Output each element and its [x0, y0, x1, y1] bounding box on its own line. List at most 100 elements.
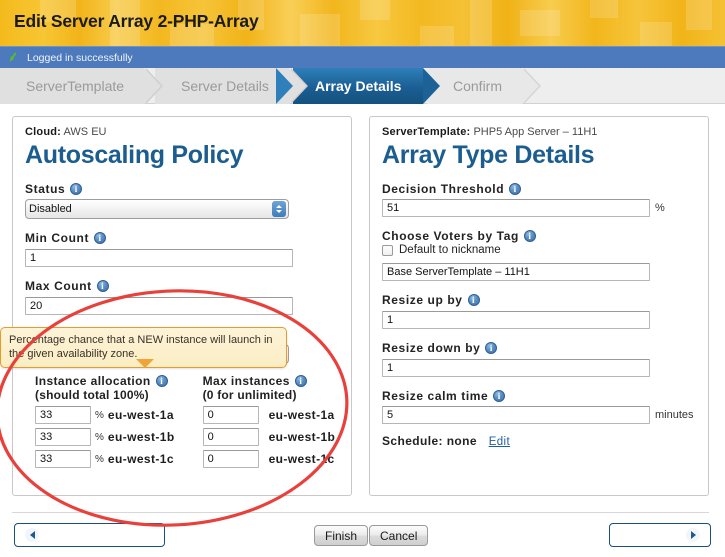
decision-threshold-input[interactable] — [382, 199, 650, 217]
servertemplate-value: PHP5 App Server – 11H1 — [473, 126, 598, 138]
min-count-label-row: Min Count i — [25, 231, 351, 245]
wizard-step-label: Confirm — [453, 78, 503, 94]
max-instances-subheading: (0 for unlimited) — [202, 388, 297, 402]
zone-max-row: eu-west-1a — [202, 406, 336, 424]
cancel-button[interactable]: Cancel — [369, 525, 429, 546]
wizard-step-server-details[interactable]: Server Details — [155, 68, 308, 104]
wizard-step-label: ServerTemplate — [26, 78, 125, 94]
resize-down-field: Resize down by i — [382, 341, 708, 377]
voters-tag-input[interactable] — [382, 263, 650, 281]
resize-up-label-row: Resize up by i — [382, 293, 708, 307]
info-icon[interactable]: i — [70, 183, 83, 195]
default-to-nickname-label: Default to nickname — [399, 244, 501, 256]
array-type-details-heading: Array Type Details — [382, 141, 595, 169]
percent-sign: % — [95, 453, 104, 465]
decision-threshold-field: Decision Threshold i % — [382, 182, 708, 217]
confirm-button[interactable]: CONFIRM — [609, 523, 711, 547]
max-count-input[interactable] — [25, 297, 293, 315]
server-details-back-button[interactable]: SERVER DETAILS — [14, 523, 166, 547]
max-count-label-row: Max Count i — [25, 279, 351, 293]
schedule-label: Schedule: — [382, 434, 443, 448]
resize-down-label: Resize down by — [382, 341, 481, 355]
zone-name-label: eu-west-1c — [268, 452, 335, 466]
percent-sign: % — [95, 431, 104, 443]
cloud-line: Cloud: AWS EU — [25, 126, 351, 138]
status-label: Status — [25, 182, 66, 196]
server-details-back-label: SERVER DETAILS — [46, 529, 155, 541]
info-tooltip-text: Percentage chance that a NEW instance wi… — [9, 334, 273, 360]
info-tooltip-arrow-icon — [136, 359, 154, 368]
choose-voters-label: Choose Voters by Tag — [382, 229, 519, 243]
footer-divider — [12, 512, 709, 513]
resize-calm-input[interactable] — [382, 406, 650, 424]
resize-up-input[interactable] — [382, 311, 650, 329]
autoscaling-policy-heading: Autoscaling Policy — [25, 141, 244, 169]
confirm-label: CONFIRM — [620, 529, 679, 541]
instance-allocation-heading: Instance allocation — [35, 374, 151, 388]
resize-down-input[interactable] — [382, 359, 650, 377]
resize-up-field: Resize up by i — [382, 293, 708, 329]
page-title: Edit Server Array 2-PHP-Array — [14, 11, 259, 31]
arrow-left-icon — [25, 528, 39, 542]
info-icon[interactable]: i — [155, 375, 168, 387]
max-instances-heading-row: Max instances i — [203, 374, 336, 388]
servertemplate-line: ServerTemplate: PHP5 App Server – 11H1 — [382, 126, 708, 138]
status-field: Status i Disabled — [25, 182, 351, 219]
min-count-input[interactable] — [25, 249, 293, 267]
zone-allocation-block: Instance allocation i (should total 100%… — [35, 374, 351, 468]
autoscaling-policy-panel: Cloud: AWS EU Autoscaling Policy Status … — [12, 116, 352, 496]
wizard-step-array-details[interactable]: Array Details — [276, 68, 441, 104]
zone-name-label: eu-west-1b — [268, 430, 336, 444]
resize-calm-time-field: Resize calm time i minutes — [382, 389, 708, 424]
arrow-right-icon — [686, 528, 700, 542]
servertemplate-label: ServerTemplate: — [382, 126, 471, 138]
percent-sign: % — [95, 409, 104, 421]
status-label-row: Status i — [25, 182, 351, 196]
zone-max-input[interactable] — [202, 428, 259, 446]
wizard-step-label: Array Details — [315, 78, 402, 94]
status-select[interactable]: Disabled — [25, 199, 289, 219]
wizard-breadcrumb: ServerTemplate Server Details Array Deta… — [0, 68, 725, 104]
flash-message-bar: Logged in successfully — [0, 46, 725, 68]
decision-threshold-input-row: % — [382, 199, 708, 217]
minutes-unit-label: minutes — [655, 409, 694, 421]
choose-voters-label-row: Choose Voters by Tag i — [382, 229, 708, 243]
info-icon[interactable]: i — [493, 390, 506, 402]
info-icon[interactable]: i — [467, 294, 480, 306]
info-icon[interactable]: i — [96, 280, 109, 292]
zone-allocation-input[interactable] — [35, 406, 91, 424]
array-type-details-panel: ServerTemplate: PHP5 App Server – 11H1 A… — [369, 116, 709, 496]
cloud-label: Cloud: — [25, 126, 62, 138]
info-icon[interactable]: i — [509, 183, 522, 195]
zone-max-input[interactable] — [202, 406, 259, 424]
resize-calm-label: Resize calm time — [382, 389, 489, 403]
zone-max-row: eu-west-1c — [202, 450, 336, 468]
max-count-label: Max Count — [25, 279, 92, 293]
resize-calm-input-row: minutes — [382, 406, 708, 424]
wizard-step-servertemplate[interactable]: ServerTemplate — [0, 68, 164, 104]
zone-allocation-input[interactable] — [35, 450, 91, 468]
instance-allocation-heading-row: Instance allocation i — [35, 374, 175, 388]
finish-button[interactable]: Finish — [314, 525, 369, 546]
decision-threshold-label-row: Decision Threshold i — [382, 182, 708, 196]
zone-allocation-row: % eu-west-1a — [35, 406, 175, 424]
cloud-value: AWS EU — [63, 126, 107, 138]
zone-allocation-row: % eu-west-1b — [35, 428, 175, 446]
wizard-step-confirm[interactable]: Confirm — [427, 68, 542, 104]
default-to-nickname-checkbox[interactable] — [382, 244, 393, 256]
info-icon[interactable]: i — [485, 342, 498, 354]
schedule-edit-link[interactable]: Edit — [489, 436, 510, 448]
info-icon[interactable]: i — [523, 230, 536, 242]
zone-allocation-row: % eu-west-1c — [35, 450, 175, 468]
info-icon[interactable]: i — [294, 375, 307, 387]
zone-allocation-input[interactable] — [35, 428, 91, 446]
default-to-nickname-row[interactable]: Default to nickname — [382, 244, 708, 256]
zone-name-label: eu-west-1a — [268, 408, 335, 422]
info-icon[interactable]: i — [94, 232, 107, 244]
zone-name-label: eu-west-1a — [107, 408, 174, 422]
zone-max-input[interactable] — [202, 450, 259, 468]
max-count-field: Max Count i — [25, 279, 351, 315]
check-icon — [9, 51, 22, 64]
instance-allocation-subheading: (should total 100%) — [35, 388, 149, 402]
zone-max-row: eu-west-1b — [202, 428, 336, 446]
